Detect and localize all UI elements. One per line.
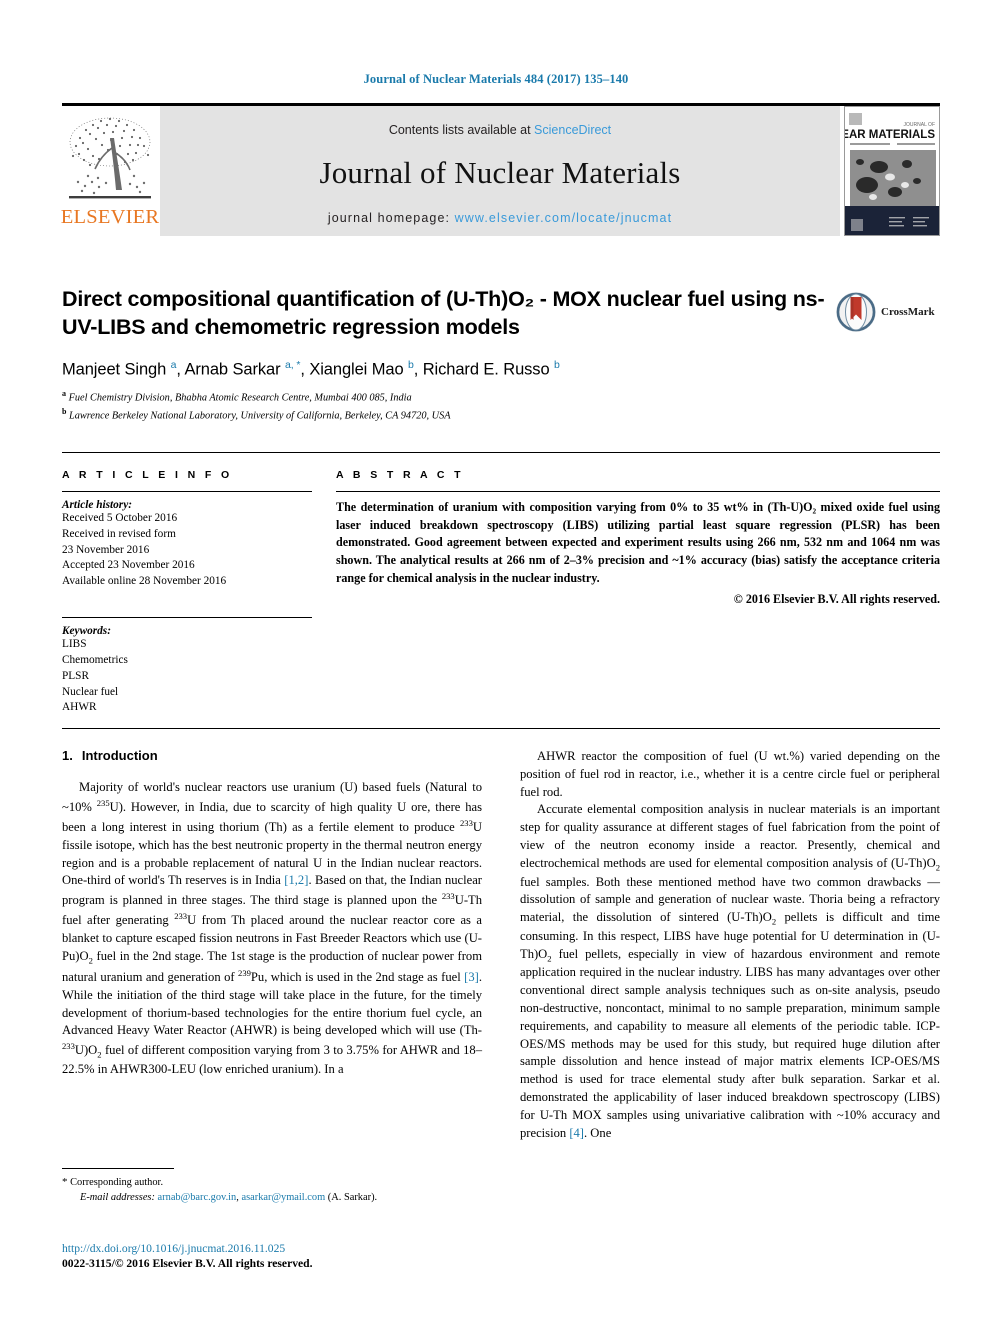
paper-page: Journal of Nuclear Materials 484 (2017) … bbox=[0, 0, 992, 1323]
keywords-heading: Keywords: bbox=[62, 625, 111, 638]
keyword-item: Chemometrics bbox=[62, 653, 128, 666]
keywords-rule bbox=[62, 617, 312, 619]
abstract-copyright: © 2016 Elsevier B.V. All rights reserved… bbox=[733, 592, 940, 607]
keyword-item: Nuclear fuel bbox=[62, 685, 119, 698]
journal-homepage-line: journal homepage: www.elsevier.com/locat… bbox=[328, 211, 672, 225]
footnote-rule bbox=[62, 1168, 174, 1169]
journal-homepage-link[interactable]: www.elsevier.com/locate/jnucmat bbox=[455, 211, 673, 225]
crossmark-icon bbox=[836, 292, 876, 332]
paragraph-right-2: Accurate elemental composition analysis … bbox=[520, 802, 940, 1140]
issn-copyright-line: 0022-3115/© 2016 Elsevier B.V. All right… bbox=[62, 1257, 313, 1270]
email-link-1[interactable]: arnab@barc.gov.in bbox=[158, 1192, 237, 1203]
history-item: Received in revised form bbox=[62, 527, 176, 540]
doi-block: http://dx.doi.org/10.1016/j.jnucmat.2016… bbox=[62, 1242, 562, 1270]
journal-masthead: ELSEVIER Contents lists available at Sci… bbox=[60, 103, 940, 236]
body-column-left: 1. Introduction Majority of world's nucle… bbox=[62, 748, 482, 1218]
email-link-2[interactable]: asarkar@ymail.com bbox=[241, 1192, 325, 1203]
sciencedirect-link[interactable]: ScienceDirect bbox=[534, 123, 611, 137]
history-item: Available online 28 November 2016 bbox=[62, 575, 227, 588]
contents-prefix: Contents lists available at bbox=[388, 123, 535, 137]
article-history-heading: Article history: bbox=[62, 499, 132, 511]
section-title-introduction: 1. Introduction bbox=[62, 748, 482, 763]
affiliations: a Fuel Chemistry Division, Bhabha Atomic… bbox=[62, 388, 940, 423]
abstract-heading: A B S T R A C T bbox=[336, 469, 464, 481]
abstract-rule bbox=[336, 491, 940, 492]
keyword-item: LIBS bbox=[62, 638, 87, 651]
elsevier-logo: ELSEVIER bbox=[60, 106, 160, 236]
page-title: Direct compositional quantification of (… bbox=[62, 287, 825, 339]
keyword-item: PLSR bbox=[62, 669, 90, 682]
elsevier-tree-icon bbox=[69, 117, 151, 199]
email-line: E-mail addresses: arnab@barc.gov.in, asa… bbox=[80, 1191, 378, 1203]
band-bottom-rule bbox=[62, 728, 940, 730]
paragraph-left-1: Majority of world's nuclear reactors use… bbox=[62, 780, 483, 1077]
journal-cover-thumbnail[interactable]: JOURNAL OF NUCLEAR MATERIALS bbox=[844, 106, 940, 236]
abstract-text: The determination of uranium with compos… bbox=[336, 500, 940, 585]
svg-text:NUCLEAR MATERIALS: NUCLEAR MATERIALS bbox=[845, 129, 935, 141]
running-head: Journal of Nuclear Materials 484 (2017) … bbox=[363, 72, 629, 86]
crossmark-label: CrossMark bbox=[881, 306, 935, 318]
svg-text:JOURNAL OF: JOURNAL OF bbox=[904, 122, 935, 128]
asterisk-icon: * bbox=[62, 1176, 68, 1188]
abstract-column: A B S T R A C T The determination of ura… bbox=[336, 469, 940, 716]
corresponding-author-footnote: * Corresponding author. E-mail addresses… bbox=[62, 1168, 482, 1206]
corresponding-author-line: * Corresponding author. bbox=[62, 1175, 482, 1191]
section-number: 1. bbox=[62, 748, 73, 763]
author-list: Manjeet Singh a, Arnab Sarkar a, *, Xian… bbox=[62, 358, 560, 379]
body-column-right: AHWR reactor the composition of fuel (U … bbox=[520, 748, 940, 1218]
section-heading-text: Introduction bbox=[81, 748, 158, 763]
corresponding-author-text: Corresponding author. bbox=[70, 1177, 164, 1188]
title-block: Direct compositional quantification of (… bbox=[62, 286, 940, 424]
affiliation-a-text: Fuel Chemistry Division, Bhabha Atomic R… bbox=[68, 392, 412, 404]
elsevier-wordmark: ELSEVIER bbox=[60, 206, 160, 228]
contents-available-line: Contents lists available at ScienceDirec… bbox=[389, 123, 611, 137]
body-columns: 1. Introduction Majority of world's nucle… bbox=[62, 748, 940, 1218]
email-label: E-mail addresses: bbox=[80, 1191, 155, 1203]
paragraph-right-1: AHWR reactor the composition of fuel (U … bbox=[520, 749, 940, 799]
crossmark-badge[interactable]: CrossMark bbox=[836, 290, 940, 334]
keyword-item: AHWR bbox=[62, 701, 97, 714]
keywords-block: Keywords: LIBS Chemometrics PLSR Nuclear… bbox=[62, 617, 312, 716]
cover-art-icon: JOURNAL OF NUCLEAR MATERIALS bbox=[845, 107, 939, 235]
history-item: Received 5 October 2016 bbox=[62, 512, 178, 524]
affiliation-b: b Lawrence Berkeley National Laboratory,… bbox=[62, 407, 451, 422]
article-info-rule bbox=[62, 491, 312, 492]
email-suffix: (A. Sarkar). bbox=[327, 1191, 378, 1203]
history-item: 23 November 2016 bbox=[62, 543, 150, 556]
article-info-column: A R T I C L E I N F O Article history: R… bbox=[62, 469, 312, 716]
journal-title: Journal of Nuclear Materials bbox=[319, 155, 681, 190]
affiliation-b-text: Lawrence Berkeley National Laboratory, U… bbox=[69, 410, 451, 422]
journal-banner: Contents lists available at ScienceDirec… bbox=[160, 106, 840, 236]
article-info-heading: A R T I C L E I N F O bbox=[62, 469, 233, 481]
homepage-prefix: journal homepage: bbox=[327, 211, 455, 225]
doi-link[interactable]: http://dx.doi.org/10.1016/j.jnucmat.2016… bbox=[62, 1242, 562, 1255]
history-item: Accepted 23 November 2016 bbox=[62, 559, 195, 572]
info-abstract-band: A R T I C L E I N F O Article history: R… bbox=[62, 452, 940, 730]
affiliation-a: a Fuel Chemistry Division, Bhabha Atomic… bbox=[62, 389, 412, 404]
